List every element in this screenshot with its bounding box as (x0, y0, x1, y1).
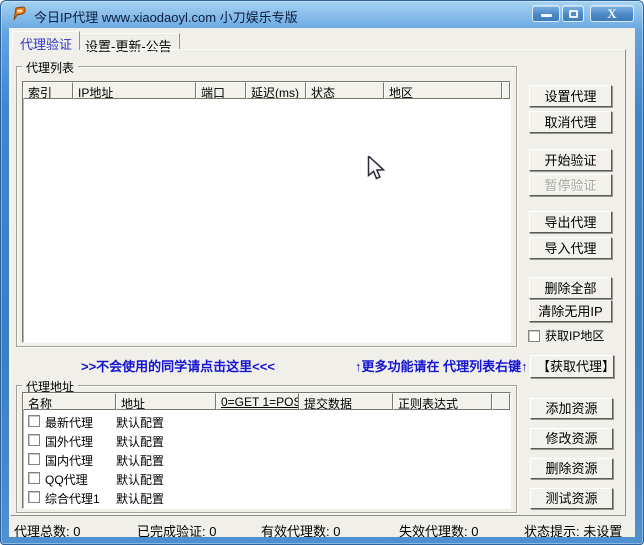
get-ip-region-row: 获取IP地区 (528, 327, 604, 344)
source-row-qq[interactable]: QQ代理 默认配置 (23, 469, 510, 488)
start-verify-button[interactable]: 开始验证 (529, 149, 612, 171)
proxy-list-header: 索引 IP地址 端口 延迟(ms) 状态 地区 (23, 82, 510, 99)
source-row-domestic[interactable]: 国内代理 默认配置 (23, 450, 510, 469)
source-config: 默认配置 (116, 490, 164, 507)
proxy-list-table[interactable]: 索引 IP地址 端口 延迟(ms) 状态 地区 (22, 81, 511, 343)
delete-source-button[interactable]: 删除资源 (530, 458, 613, 479)
column-header-postdata[interactable]: 提交数据 (299, 393, 393, 410)
column-header-status[interactable]: 状态 (306, 82, 384, 99)
minimize-icon (541, 14, 552, 17)
get-ip-region-checkbox[interactable] (528, 330, 540, 342)
source-config: 默认配置 (116, 471, 164, 488)
test-source-button[interactable]: 测试资源 (530, 488, 613, 509)
window-title: 今日IP代理 www.xiaodaoyl.com 小刀娱乐专版 (34, 7, 298, 26)
source-config: 默认配置 (116, 452, 164, 469)
column-header-name[interactable]: 名称 (23, 393, 116, 410)
maximize-icon (569, 10, 578, 18)
source-row-newest[interactable]: 最新代理 默认配置 (23, 412, 510, 431)
maximize-button[interactable] (562, 5, 584, 22)
add-source-button[interactable]: 添加资源 (530, 398, 613, 419)
source-name: 综合代理1 (45, 490, 100, 507)
proxy-list-group-title: 代理列表 (22, 59, 78, 76)
mouse-cursor-icon (367, 156, 388, 185)
delete-all-button[interactable]: 删除全部 (529, 277, 612, 299)
edit-source-button[interactable]: 修改资源 (530, 428, 613, 449)
column-header-port[interactable]: 端口 (196, 82, 246, 99)
source-name: 最新代理 (45, 414, 93, 431)
proxy-sources-header: 名称 地址 0=GET 1=POST 提交数据 正则表达式 (23, 393, 510, 410)
column-header-index[interactable]: 索引 (23, 82, 73, 99)
source-name: 国内代理 (45, 452, 93, 469)
source-config: 默认配置 (116, 433, 164, 450)
proxy-sources-body: 最新代理 默认配置 国外代理 默认配置 国内代理 默认配置 QQ代理 默认配置 (23, 410, 510, 508)
close-button[interactable]: X (590, 5, 634, 22)
app-window: 今日IP代理 www.xiaodaoyl.com 小刀娱乐专版 X 代理验证 设… (0, 0, 644, 545)
status-hint: 状态提示: 未设置 (524, 521, 622, 540)
clear-dead-ip-button[interactable]: 清除无用IP (529, 300, 612, 322)
help-link[interactable]: >>不会使用的同学请点击这里<<< (81, 356, 275, 375)
column-header-filler (492, 393, 510, 410)
tab-settings-update-notice[interactable]: 设置-更新-公告 (77, 33, 180, 50)
app-icon (11, 5, 28, 22)
column-header-ip[interactable]: IP地址 (73, 82, 196, 99)
source-name: 国外代理 (45, 433, 93, 450)
source-row-foreign[interactable]: 国外代理 默认配置 (23, 431, 510, 450)
source-row-combined[interactable]: 综合代理1 默认配置 (23, 488, 510, 507)
proxy-sources-table[interactable]: 名称 地址 0=GET 1=POST 提交数据 正则表达式 最新代理 默认配置 … (22, 392, 511, 509)
client-area: 代理验证 设置-更新-公告 代理列表 索引 IP地址 端口 延迟(ms) 状态 … (9, 28, 635, 537)
source-checkbox[interactable] (28, 415, 40, 427)
source-checkbox[interactable] (28, 491, 40, 503)
source-checkbox[interactable] (28, 434, 40, 446)
source-checkbox[interactable] (28, 472, 40, 484)
titlebar[interactable]: 今日IP代理 www.xiaodaoyl.com 小刀娱乐专版 X (0, 0, 644, 28)
status-valid-count: 有效代理数: 0 (261, 521, 340, 540)
import-proxy-button[interactable]: 导入代理 (529, 237, 612, 259)
set-proxy-button[interactable]: 设置代理 (529, 85, 612, 107)
column-header-filler (502, 82, 510, 99)
minimize-button[interactable] (532, 5, 560, 22)
column-header-regex[interactable]: 正则表达式 (393, 393, 492, 410)
get-proxy-button[interactable]: 【获取代理】 (530, 355, 614, 378)
column-header-address[interactable]: 地址 (116, 393, 216, 410)
status-total-proxies: 代理总数: 0 (14, 521, 80, 540)
pause-verify-button[interactable]: 暂停验证 (529, 174, 612, 196)
export-proxy-button[interactable]: 导出代理 (529, 211, 612, 233)
proxy-list-body[interactable] (23, 99, 510, 342)
tab-proxy-verify[interactable]: 代理验证 (12, 31, 80, 50)
column-header-latency[interactable]: 延迟(ms) (246, 82, 306, 99)
source-name: QQ代理 (45, 471, 88, 488)
source-checkbox[interactable] (28, 453, 40, 465)
column-header-region[interactable]: 地区 (384, 82, 502, 99)
status-invalid-count: 失效代理数: 0 (399, 521, 478, 540)
more-features-hint: ↑更多功能请在 代理列表右键↑ (355, 356, 528, 375)
column-header-method[interactable]: 0=GET 1=POST (216, 393, 299, 410)
status-verified-count: 已完成验证: 0 (137, 521, 216, 540)
source-config: 默认配置 (116, 414, 164, 431)
close-icon: X (607, 7, 616, 20)
cancel-proxy-button[interactable]: 取消代理 (529, 111, 612, 133)
get-ip-region-label: 获取IP地区 (545, 327, 604, 344)
